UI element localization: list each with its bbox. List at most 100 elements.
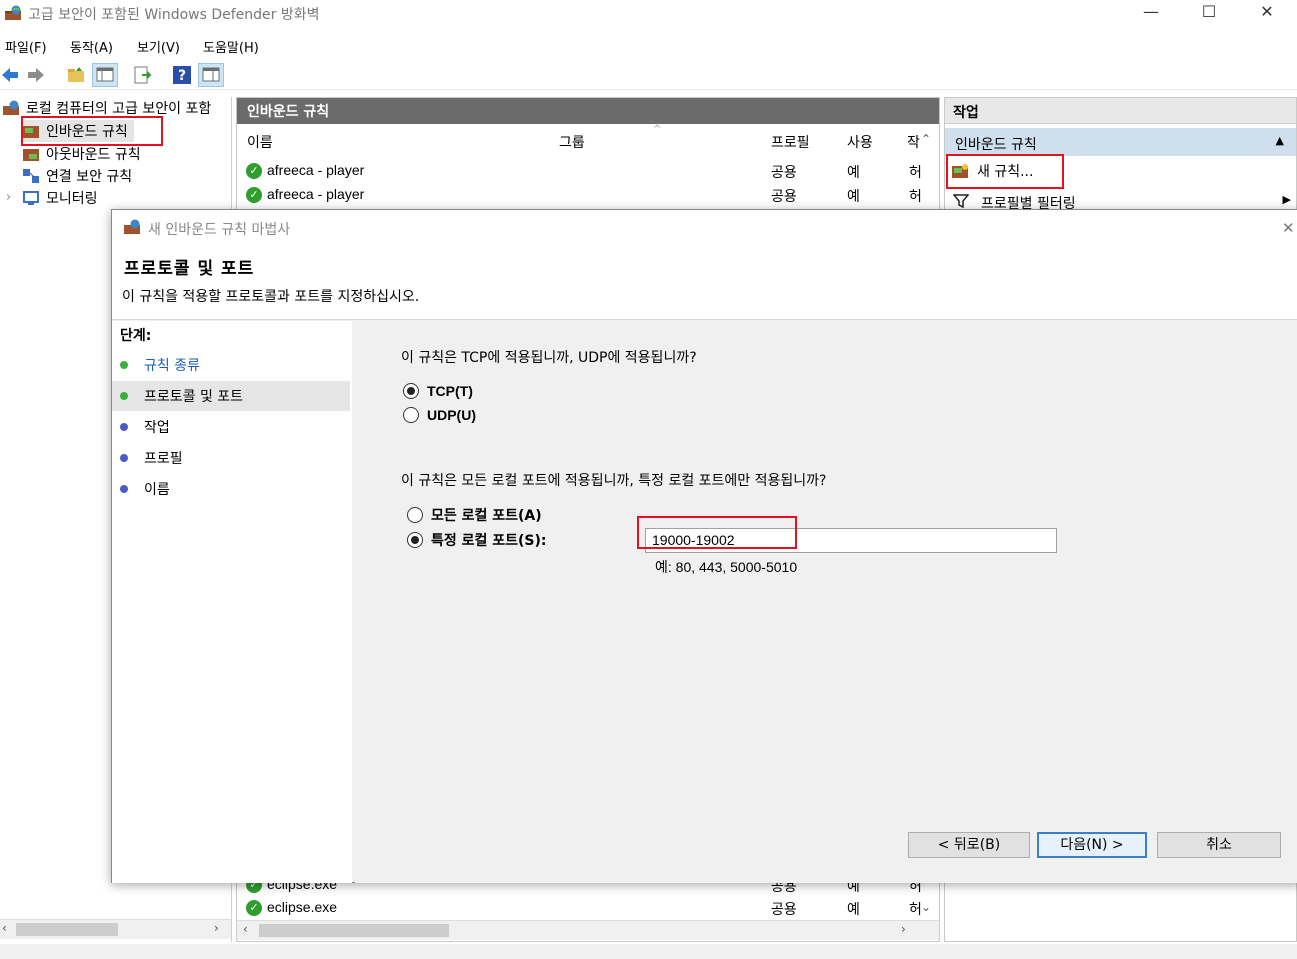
tree-item-monitoring[interactable]: 모니터링	[22, 187, 98, 209]
radio-all-ports-label: 모든 로컬 포트(A)	[431, 508, 542, 524]
tree-item-label: 모니터링	[46, 191, 98, 207]
step-status-dot	[120, 454, 128, 462]
column-header-name[interactable]: 이름	[247, 132, 273, 152]
main-title-bar: 고급 보안이 포함된 Windows Defender 방화벽 — ☐ ✕	[0, 0, 1297, 30]
highlight-inbound-rules	[21, 116, 163, 146]
rule-enabled: 예	[847, 165, 860, 181]
rule-name: eclipse.exe	[267, 899, 338, 915]
wizard-close-icon[interactable]: ✕	[1282, 219, 1295, 237]
step-label: 이름	[144, 482, 170, 498]
outbound-rules-icon	[22, 146, 40, 162]
radio-tcp[interactable]: TCP(T)	[403, 383, 473, 399]
radio-all-local-ports[interactable]: 모든 로컬 포트(A)	[407, 505, 542, 525]
scroll-left-icon[interactable]: ‹	[2, 921, 7, 935]
rules-horizontal-scrollbar[interactable]: ‹ ›	[237, 920, 939, 940]
back-button[interactable]: < 뒤로(B)	[908, 832, 1030, 858]
tree-item-connection-security-rules[interactable]: 연결 보안 규칙	[22, 165, 132, 187]
back-arrow-icon[interactable]	[0, 65, 20, 85]
step-label: 프로필	[144, 451, 183, 467]
step-status-dot	[120, 423, 128, 431]
actions-section-label: 인바운드 규칙	[955, 137, 1037, 153]
rules-pane-header: 인바운드 규칙	[237, 98, 939, 124]
rule-profile: 공용	[771, 165, 797, 181]
toolbar: ?	[0, 60, 1297, 90]
step-status-dot	[120, 361, 128, 369]
radio-indicator[interactable]	[407, 532, 423, 548]
step-label: 작업	[144, 420, 170, 436]
allow-check-icon: ✓	[246, 900, 262, 916]
rule-action: 허	[909, 165, 922, 181]
tree-root-label: 로컬 컴퓨터의 고급 보안이 포함	[26, 101, 212, 117]
radio-indicator[interactable]	[403, 383, 419, 399]
radio-indicator[interactable]	[407, 507, 423, 523]
firewall-app-icon	[4, 5, 22, 21]
rule-enabled: 예	[847, 189, 860, 205]
menu-action[interactable]: 동작(A)	[70, 37, 113, 56]
column-header-group[interactable]: 그룹	[559, 132, 585, 152]
allow-check-icon: ✓	[246, 187, 262, 203]
actions-section-inbound[interactable]: 인바운드 규칙 ▲	[945, 128, 1296, 156]
menu-bar: 파일(F) 동작(A) 보기(V) 도움말(H)	[0, 33, 1297, 57]
rule-name: afreeca - player	[267, 162, 365, 178]
wizard-steps-panel: 단계: 규칙 종류 프로토콜 및 포트 작업 프로필 이름	[112, 321, 352, 883]
table-row[interactable]: ✓ afreeca - player 공용 예 허	[245, 160, 935, 182]
table-row[interactable]: ✓ eclipse.exe 공용 예 허	[245, 897, 935, 919]
tree-horizontal-scrollbar[interactable]: ‹ ›	[0, 919, 231, 939]
highlight-port-value	[637, 516, 797, 549]
ports-example-hint: 예: 80, 443, 5000-5010	[655, 559, 798, 575]
wizard-description: 이 규칙을 적용할 프로토콜과 포트를 지정하십시오.	[122, 289, 420, 305]
column-header-profile[interactable]: 프로필	[771, 132, 810, 152]
highlight-new-rule	[946, 154, 1064, 189]
status-bar	[0, 944, 1297, 959]
menu-file[interactable]: 파일(F)	[5, 37, 47, 56]
column-header-enabled[interactable]: 사용	[847, 132, 873, 152]
scroll-right-icon[interactable]: ›	[214, 921, 219, 935]
scroll-right-icon[interactable]: ›	[901, 922, 906, 936]
radio-specific-ports-label: 특정 로컬 포트(S):	[431, 533, 547, 549]
scroll-thumb[interactable]	[259, 924, 449, 937]
tree-item-label: 아웃바운드 규칙	[46, 147, 141, 163]
next-button[interactable]: 다음(N) >	[1037, 832, 1147, 858]
steps-label: 단계:	[120, 328, 152, 344]
radio-tcp-label: TCP(T)	[427, 383, 473, 399]
wizard-header: 프로토콜 및 포트 이 규칙을 적용할 프로토콜과 포트를 지정하십시오.	[112, 246, 1297, 320]
protocol-question: 이 규칙은 TCP에 적용됩니까, UDP에 적용됩니까?	[401, 350, 697, 366]
step-status-dot	[120, 392, 128, 400]
menu-help[interactable]: 도움말(H)	[203, 37, 259, 56]
radio-specific-local-ports[interactable]: 특정 로컬 포트(S):	[407, 530, 547, 550]
minimize-button[interactable]: —	[1128, 0, 1174, 28]
scroll-up-icon[interactable]: ⌃	[921, 132, 931, 146]
maximize-button[interactable]: ☐	[1186, 0, 1232, 28]
step-rule-type[interactable]: 규칙 종류	[112, 350, 350, 380]
connection-security-icon	[22, 168, 40, 184]
wizard-title-bar: 새 인바운드 규칙 마법사 ✕	[112, 210, 1297, 246]
radio-udp[interactable]: UDP(U)	[403, 407, 476, 423]
forward-arrow-icon[interactable]	[26, 65, 46, 85]
show-hide-tree-icon[interactable]	[92, 63, 118, 87]
column-header-action[interactable]: 작	[907, 132, 920, 152]
close-button[interactable]: ✕	[1244, 0, 1290, 28]
up-folder-icon[interactable]	[66, 65, 86, 85]
rule-profile: 공용	[771, 902, 797, 918]
allow-check-icon: ✓	[246, 163, 262, 179]
actions-title: 작업	[945, 98, 1296, 124]
rule-action: 허	[909, 189, 922, 205]
wizard-content: 이 규칙은 TCP에 적용됩니까, UDP에 적용됩니까? TCP(T) UDP…	[355, 321, 1297, 883]
collapse-triangle-icon[interactable]: ▲	[1276, 134, 1284, 147]
radio-indicator[interactable]	[403, 407, 419, 423]
scroll-thumb[interactable]	[16, 923, 118, 936]
export-list-icon[interactable]	[132, 65, 152, 85]
table-row[interactable]: ✓ afreeca - player 공용 예 허	[245, 184, 935, 206]
wizard-heading: 프로토콜 및 포트	[124, 259, 255, 279]
tree-item-outbound-rules[interactable]: 아웃바운드 규칙	[22, 143, 141, 165]
help-icon[interactable]: ?	[172, 65, 192, 85]
scroll-left-icon[interactable]: ‹	[243, 922, 248, 936]
scroll-down-icon[interactable]: ⌄	[921, 900, 931, 914]
step-status-dot	[120, 485, 128, 493]
menu-view[interactable]: 보기(V)	[137, 37, 180, 56]
cancel-button[interactable]: 취소	[1157, 832, 1281, 858]
wizard-title: 새 인바운드 규칙 마법사	[148, 222, 291, 238]
ports-question: 이 규칙은 모든 로컬 포트에 적용됩니까, 특정 로컬 포트에만 적용됩니까?	[401, 473, 827, 489]
expand-chevron-icon[interactable]: ›	[6, 190, 11, 205]
show-hide-action-pane-icon[interactable]	[198, 63, 224, 87]
